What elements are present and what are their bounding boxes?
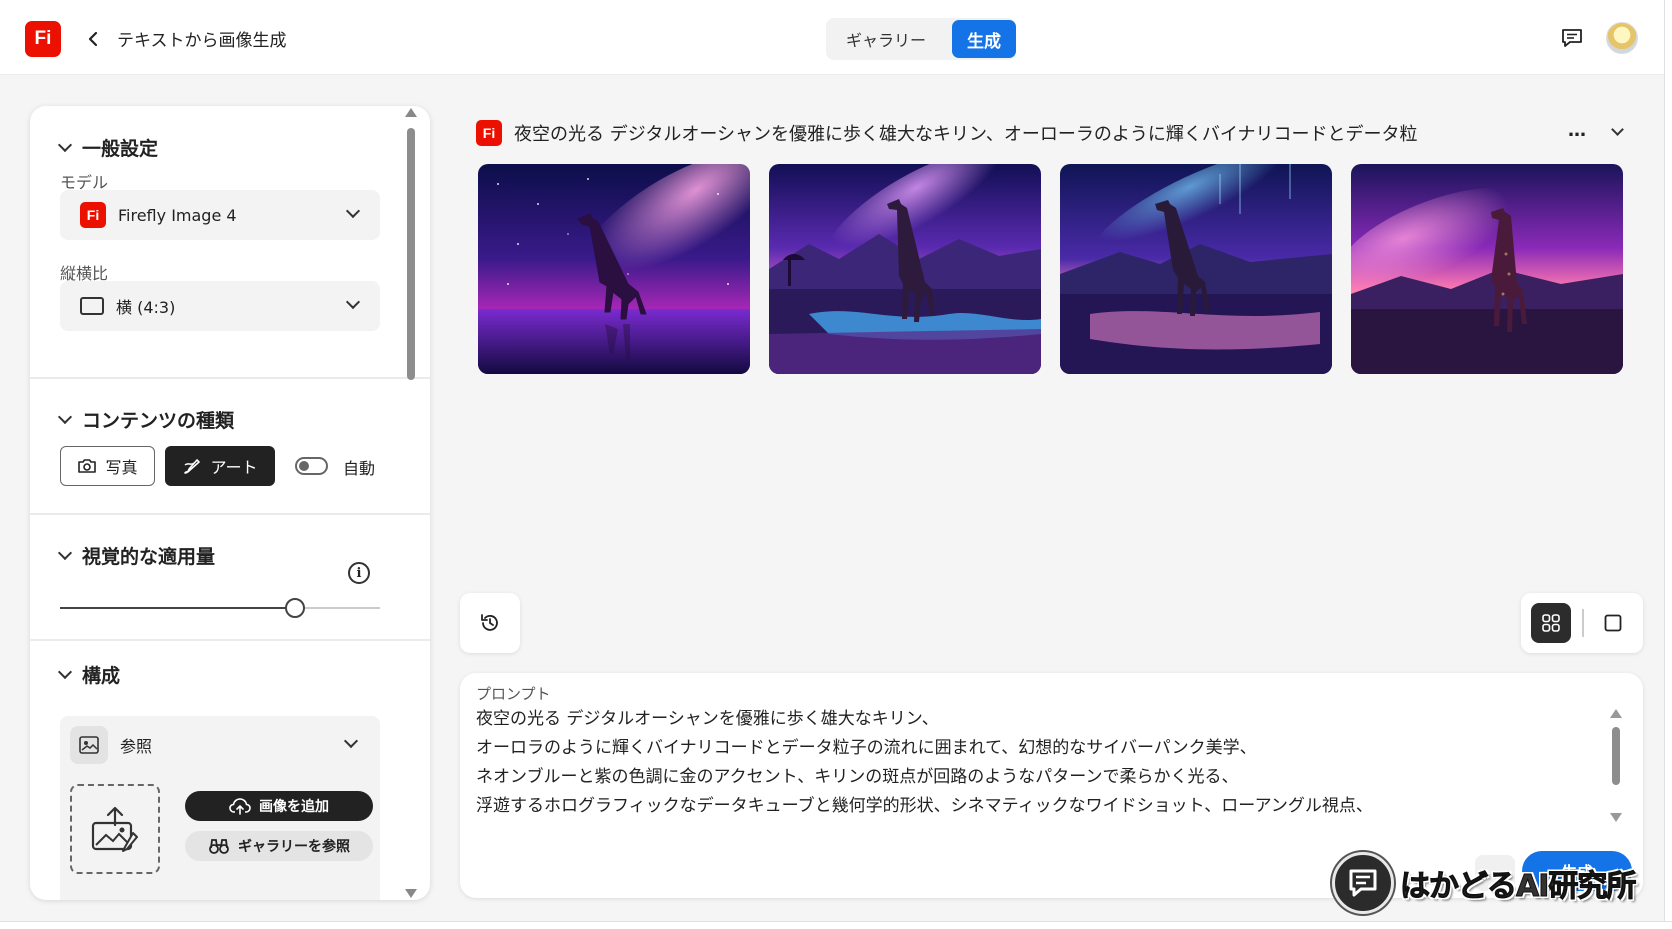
section-content-type-header[interactable]: コンテンツの種類 — [57, 406, 235, 433]
chevron-down-icon — [57, 137, 73, 153]
reference-header[interactable]: 参照 — [70, 726, 152, 764]
reference-box: 参照 画像を追加 ギャラリーを参照 — [60, 716, 380, 900]
art-label: アート — [210, 458, 258, 477]
auto-label: 自動 — [343, 459, 376, 478]
chevron-down-icon — [57, 664, 73, 680]
section-general-title: 一般設定 — [82, 138, 159, 160]
firefly-icon: Fi — [80, 202, 106, 228]
prompt-label: プロンプト — [476, 685, 551, 703]
generated-image-4[interactable] — [1351, 164, 1623, 374]
chevron-down-icon — [345, 294, 361, 310]
image-upload-area[interactable] — [70, 784, 160, 874]
photo-button[interactable]: 写真 — [60, 446, 155, 486]
tab-generate[interactable]: 生成 — [952, 20, 1016, 58]
add-image-label: 画像を追加 — [259, 799, 329, 815]
divider — [30, 377, 430, 379]
section-composition-title: 構成 — [82, 665, 121, 687]
chat-icon[interactable] — [1560, 26, 1584, 50]
visual-intensity-slider[interactable] — [60, 598, 380, 618]
scroll-thumb[interactable] — [1612, 727, 1620, 785]
settings-panel: 一般設定 モデル Fi Firefly Image 4 縦横比 横 (4:3) … — [30, 106, 430, 900]
model-dropdown[interactable]: Fi Firefly Image 4 — [60, 190, 380, 240]
section-composition-header[interactable]: 構成 — [57, 661, 121, 688]
avatar[interactable] — [1606, 22, 1638, 54]
aspect-value: 横 (4:3) — [116, 298, 176, 317]
slider-fill — [60, 607, 296, 609]
watermark-text: はかどるAI研究所 — [1399, 869, 1636, 905]
prompt-line: 夜空の光る デジタルオーシャンを優雅に歩く雄大なキリン、 — [476, 709, 939, 729]
chat-bubble-icon — [1332, 852, 1394, 914]
scroll-thumb[interactable] — [407, 128, 415, 380]
chevron-down-icon — [345, 203, 361, 219]
firefly-icon: Fi — [476, 120, 502, 146]
binoculars-icon — [209, 839, 229, 854]
cloud-upload-icon — [229, 798, 251, 815]
brush-icon — [184, 459, 201, 474]
scroll-up-arrow[interactable] — [405, 108, 417, 117]
section-visual-intensity-header[interactable]: 視覚的な適用量 — [57, 542, 216, 569]
art-button[interactable]: アート — [165, 446, 275, 486]
browse-gallery-button[interactable]: ギャラリーを参照 — [185, 831, 373, 861]
prompt-textarea[interactable]: 夜空の光る デジタルオーシャンを優雅に歩く雄大なキリン、 オーロラのように輝くバ… — [476, 705, 1586, 823]
divider — [30, 513, 430, 515]
grid-view-button[interactable] — [1531, 603, 1571, 643]
view-mode-toggle — [1521, 593, 1643, 653]
reference-label: 参照 — [120, 737, 153, 756]
slider-handle[interactable] — [285, 598, 306, 618]
more-options-icon[interactable]: … — [1568, 120, 1586, 141]
generation-header: Fi 夜空の光る デジタルオーシャンを優雅に歩く雄大なキリン、オーローラのように… — [476, 118, 1631, 148]
generated-image-1[interactable] — [478, 164, 750, 374]
reference-image-icon — [70, 726, 108, 764]
window-edge — [0, 921, 1672, 929]
add-image-button[interactable]: 画像を追加 — [185, 791, 373, 821]
scroll-up-arrow[interactable] — [1610, 709, 1622, 718]
divider — [1582, 609, 1584, 637]
watermark: はかどるAI研究所 — [1332, 848, 1662, 918]
page-title: テキストから画像生成 — [117, 31, 287, 51]
scroll-down-arrow[interactable] — [1610, 813, 1622, 822]
window-edge — [1664, 0, 1672, 929]
image-upload-icon — [91, 806, 138, 852]
chevron-down-icon[interactable] — [343, 733, 359, 749]
firefly-logo[interactable]: Fi — [25, 21, 61, 57]
scroll-down-arrow[interactable] — [405, 889, 417, 898]
model-value: Firefly Image 4 — [118, 205, 237, 225]
section-content-type-title: コンテンツの種類 — [82, 410, 235, 432]
chevron-down-icon — [57, 409, 73, 425]
aspect-ratio-dropdown[interactable]: 横 (4:3) — [60, 281, 380, 331]
generation-prompt-title: 夜空の光る デジタルオーシャンを優雅に歩く雄大なキリン、オーローラのように輝くバ… — [514, 124, 1418, 145]
prompt-line: ネオンブルーと紫の色調に金のアクセント、キリンの斑点が回路のようなパターンで柔ら… — [476, 767, 1239, 787]
generated-image-3[interactable] — [1060, 164, 1332, 374]
grid-icon — [1542, 614, 1560, 632]
info-icon[interactable]: i — [348, 562, 370, 584]
image-gallery — [478, 164, 1626, 374]
browse-gallery-label: ギャラリーを参照 — [238, 839, 350, 855]
divider — [30, 639, 430, 641]
chevron-left-icon — [88, 31, 98, 47]
top-bar: Fi テキストから画像生成 ギャラリー 生成 — [0, 0, 1672, 75]
chevron-down-icon[interactable] — [1611, 123, 1624, 136]
photo-label: 写真 — [105, 458, 138, 477]
auto-toggle[interactable] — [295, 457, 328, 475]
history-icon — [481, 614, 498, 631]
section-visual-intensity-title: 視覚的な適用量 — [82, 546, 216, 568]
chevron-down-icon — [57, 545, 73, 561]
section-general-header[interactable]: 一般設定 — [57, 134, 159, 161]
prompt-line: オーロラのように輝くバイナリコードとデータ粒子の流れに囲まれて、幻想的なサイバー… — [476, 738, 1257, 758]
panel-scrollbar[interactable] — [405, 106, 417, 900]
mode-switcher: ギャラリー 生成 — [826, 18, 1016, 60]
tab-gallery[interactable]: ギャラリー — [836, 24, 936, 54]
prompt-line: 浮遊するホログラフィックなデータキューブと幾何学的形状、シネマティックなワイドシ… — [476, 796, 1373, 816]
camera-icon — [78, 459, 97, 473]
back-button[interactable] — [83, 24, 103, 54]
landscape-icon — [80, 297, 104, 315]
single-view-button[interactable] — [1593, 603, 1633, 643]
history-button[interactable] — [460, 593, 520, 653]
generated-image-2[interactable] — [769, 164, 1041, 374]
square-icon — [1604, 614, 1622, 632]
